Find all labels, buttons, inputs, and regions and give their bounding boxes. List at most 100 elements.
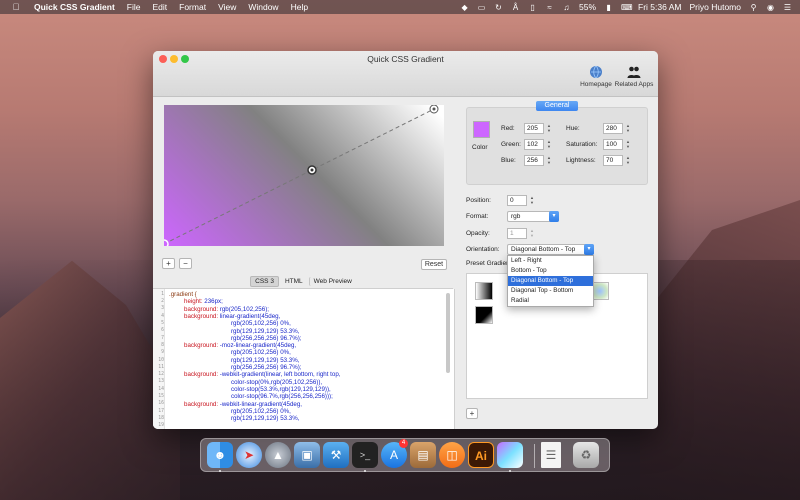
lightness-field[interactable]: 70 [603,155,623,166]
books-icon[interactable]: ▤ [410,442,436,468]
blue-stepper[interactable]: ▲ ▼ [546,155,552,166]
orientation-option[interactable]: Radial [508,296,593,306]
orientation-option[interactable]: Left - Right [508,256,593,266]
line-number: 1 [161,291,164,297]
menu-clock[interactable]: Fri 5:36 AM [638,2,681,12]
preset-gradient[interactable] [475,306,493,324]
green-field[interactable]: 102 [524,139,544,150]
code-property: background: [184,371,219,379]
code-value: 236px; [202,298,223,306]
position-field[interactable]: 0 [507,195,527,206]
illustrator-icon[interactable]: Ai [468,442,494,468]
line-number: 18 [158,415,164,421]
orientation-option[interactable]: Bottom - Top [508,266,593,276]
saturation-stepper[interactable]: ▲ ▼ [625,139,631,150]
running-indicator [364,470,366,472]
orientation-option[interactable]: Diagonal Top - Bottom [508,286,593,296]
hue-stepper[interactable]: ▲ ▼ [625,123,631,134]
bluetooth-icon[interactable]: Å [511,3,520,12]
airplay-icon[interactable]: ▯ [528,3,537,12]
menu-app-name[interactable]: Quick CSS Gradient [34,2,115,12]
code-value: rgb(205,102,256) 0%, [231,320,291,328]
general-tab[interactable]: General [536,101,578,111]
safari-icon[interactable]: ➤ [236,442,262,468]
code-line: background: -moz-linear-gradient(45deg, [184,342,296,349]
color-well[interactable] [473,121,490,138]
status-area: ◆ ▭ ↻ Å ▯ ≈ ♫ 55% ▮ ⌨ Fri 5:36 AM Priyo … [460,0,792,14]
line-number: 11 [158,364,164,370]
gradient-preview[interactable] [164,105,444,246]
format-select[interactable]: rgb ▾ [507,211,559,222]
menu-file[interactable]: File [127,2,141,12]
preset-gradient[interactable] [475,282,493,300]
preview-icon[interactable]: ▣ [294,442,320,468]
add-stop-button[interactable]: + [162,258,175,269]
opacity-field[interactable]: 1 [507,228,527,239]
add-preset-button[interactable]: + [466,408,478,419]
code-property: height: [184,298,203,306]
opacity-stepper[interactable]: ▲ ▼ [529,228,535,239]
search-icon[interactable]: ⚲ [749,3,758,12]
code-editor[interactable]: 1 .gradient {2 height: 236px; 3 background: … [153,289,455,429]
battery-icon[interactable]: ▮ [604,3,613,12]
dropbox-icon[interactable]: ◆ [460,3,469,12]
menu-edit[interactable]: Edit [152,2,167,12]
blue-field[interactable]: 256 [524,155,544,166]
saturation-field[interactable]: 100 [603,139,623,150]
document-icon[interactable]: ☰ [541,442,561,468]
terminal-icon[interactable]: >_ [352,442,378,468]
volume-icon[interactable]: ♫ [562,3,571,12]
finder-icon[interactable]: ☻ [207,442,233,468]
tab-html[interactable]: HTML [281,277,307,286]
code-line: rgb(256,256,256) 96.7%); [231,335,302,342]
menu-format[interactable]: Format [179,2,206,12]
code-line: color-stop(53.3%,rgb(129,129,129)), [231,386,331,393]
related-apps-button[interactable]: Related Apps [614,65,654,88]
keyboard-icon[interactable]: ⌨ [621,3,633,12]
homepage-button[interactable]: Homepage [576,65,616,88]
wifi-icon[interactable]: ≈ [545,3,554,12]
code-scrollbar[interactable] [446,293,450,373]
books-orange-icon[interactable]: ◫ [439,442,465,468]
format-value: rgb [511,213,521,220]
chevron-down-icon: ▾ [549,211,559,222]
color-label: Color [472,144,488,151]
menu-user[interactable]: Priyo Hutomo [690,2,742,12]
orientation-select[interactable]: Diagonal Bottom - Top ▾ [507,244,594,255]
format-label: Format: [466,213,489,220]
red-stepper[interactable]: ▲ ▼ [546,123,552,134]
code-value: color-stop(0%,rgb(205,102,256)), [231,378,323,386]
line-number: 8 [161,342,164,348]
code-value: color-stop(53.3%,rgb(129,129,129)), [231,385,331,393]
green-stepper[interactable]: ▲ ▼ [546,139,552,150]
menu-help[interactable]: Help [291,2,308,12]
xcode-icon[interactable]: ⚒ [323,442,349,468]
battery-percent[interactable]: 55% [579,2,596,12]
blue-label: Blue: [501,157,516,164]
apple-icon[interactable]:  [8,2,24,12]
code-value: -webkit-gradient(linear, left bottom, ri… [218,371,341,379]
trash-icon[interactable]: ♻ [573,442,599,468]
red-field[interactable]: 205 [524,123,544,134]
orientation-label: Orientation: [466,246,500,253]
app-window: Quick CSS Gradient Homepage Related Apps… [153,51,658,429]
orientation-dropdown: Left - Right Bottom - Top Diagonal Botto… [507,255,594,307]
hue-field[interactable]: 280 [603,123,623,134]
position-stepper[interactable]: ▲ ▼ [529,195,535,206]
tab-css3[interactable]: CSS 3 [250,275,279,287]
menu-view[interactable]: View [218,2,236,12]
code-value: rgb(205,102,256) 0%, [231,349,291,357]
time-machine-icon[interactable]: ↻ [494,3,503,12]
notification-center-icon[interactable]: ☰ [783,3,792,12]
remove-stop-button[interactable]: − [179,258,192,269]
tab-web-preview[interactable]: Web Preview [308,276,356,286]
position-label: Position: [466,197,491,204]
menu-window[interactable]: Window [248,2,278,12]
lightness-stepper[interactable]: ▲ ▼ [625,155,631,166]
reset-button[interactable]: Reset [421,259,447,270]
cast-icon[interactable]: ▭ [477,3,486,12]
quick-css-gradient-icon[interactable] [497,442,523,468]
orientation-option-selected[interactable]: Diagonal Bottom - Top [508,276,593,286]
siri-icon[interactable]: ◉ [766,3,775,12]
launchpad-icon[interactable]: ▲ [265,442,291,468]
